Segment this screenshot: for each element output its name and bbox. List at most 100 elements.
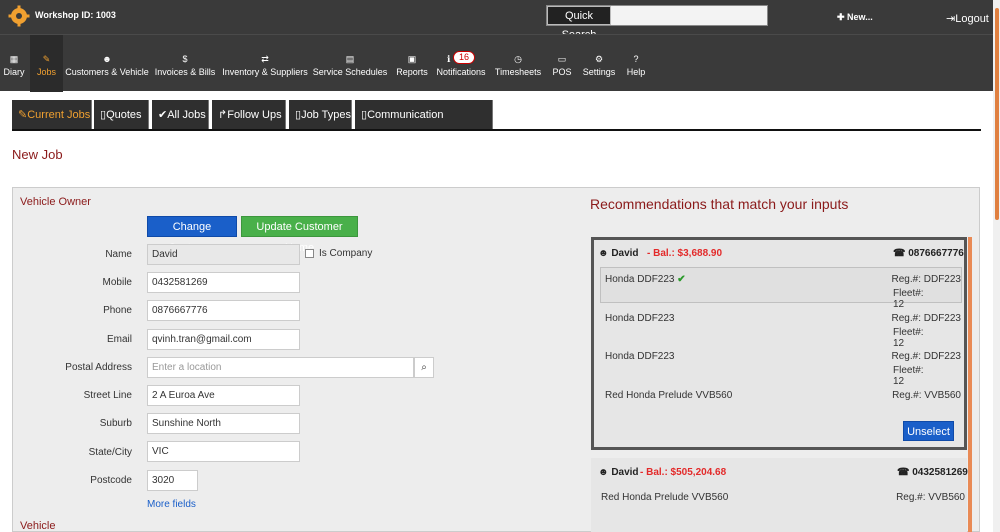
nav-inventory-label: Inventory & Suppliers xyxy=(222,67,308,77)
mobile-label: Mobile xyxy=(102,277,132,288)
recommendations-scroll-rail xyxy=(968,237,972,532)
is-company-checkbox[interactable] xyxy=(305,249,314,258)
vehicle-name: Honda DDF223 ✔ xyxy=(605,274,686,285)
tab-follow-ups[interactable]: ↱Follow Ups xyxy=(212,100,286,130)
vehicle-fleet: Fleet#: 12 xyxy=(893,288,924,310)
quick-search-box[interactable]: Quick Search xyxy=(546,5,768,41)
nav-help-label: Help xyxy=(626,67,646,77)
nav-invoices-bills[interactable]: $ Invoices & Bills xyxy=(153,35,217,92)
vehicle-name[interactable]: Honda DDF223 xyxy=(605,313,674,324)
vehicle-name[interactable]: Red Honda Prelude VVB560 xyxy=(601,492,728,503)
tab-communication-templates[interactable]: ▯Communication Templates xyxy=(355,100,493,151)
unselect-button[interactable]: Unselect xyxy=(903,421,954,441)
tab-underline xyxy=(12,129,981,131)
recommendations-title: Recommendations that match your inputs xyxy=(590,196,849,212)
phone-field[interactable]: 0876667776 xyxy=(147,300,300,321)
vehicle-reg: Reg.#: DDF223 xyxy=(891,351,961,362)
nav-reports-label: Reports xyxy=(396,67,428,77)
phone-label: Phone xyxy=(103,305,132,316)
tab-label: Job Types xyxy=(301,109,352,121)
vehicle-name[interactable]: Honda DDF223 xyxy=(605,351,674,362)
vehicle-reg: Reg.#: VVB560 xyxy=(892,390,961,401)
postcode-field[interactable]: 3020 xyxy=(147,470,198,491)
customer-name-text: David xyxy=(611,248,639,259)
main-nav: ▦ Diary ✎ Jobs ☻ Customers & Vehicle $ Invoi… xyxy=(0,34,1000,92)
users-icon: ☻ xyxy=(102,54,112,64)
state-city-field[interactable]: VIC xyxy=(147,441,300,462)
nav-service-schedules[interactable]: ▤ Service Schedules xyxy=(312,35,388,92)
update-customer-name-button[interactable]: Update Customer Name xyxy=(241,216,358,254)
tab-job-types[interactable]: ▯Job Types xyxy=(289,100,352,130)
customer-balance: - Bal.: $505,204.68 xyxy=(640,467,727,478)
suburb-label: Suburb xyxy=(99,418,132,429)
clock-icon: ◷ xyxy=(514,54,522,64)
postcode-label: Postcode xyxy=(90,475,132,486)
email-field[interactable]: qvinh.tran@gmail.com xyxy=(147,329,300,350)
dollar-icon: $ xyxy=(182,54,188,64)
nav-help[interactable]: ? Help xyxy=(622,35,650,92)
is-company-label: Is Company xyxy=(319,248,373,259)
state-city-label: State/City xyxy=(88,447,132,458)
page-title: New Job xyxy=(12,147,63,162)
page-scrollbar-thumb[interactable] xyxy=(995,8,999,220)
nav-service-label: Service Schedules xyxy=(312,67,388,77)
customer-phone: ☎ 0876667776 xyxy=(893,248,964,259)
check-icon: ✔ xyxy=(677,274,686,285)
tab-current-jobs[interactable]: ✎Current Jobs xyxy=(12,100,92,130)
more-fields-link[interactable]: More fields xyxy=(147,499,196,510)
search-icon[interactable]: ⌕ xyxy=(414,357,434,378)
nav-pos-label: POS xyxy=(552,67,572,77)
nav-diary[interactable]: ▦ Diary xyxy=(0,35,28,92)
wrench-icon: ✎ xyxy=(18,109,28,121)
vehicle-name-text: Honda DDF223 xyxy=(605,274,675,285)
tab-all-jobs[interactable]: ✔All Jobs xyxy=(152,100,209,130)
nav-pos[interactable]: ▭ POS xyxy=(548,35,576,92)
customer-phone-text: 0432581269 xyxy=(912,467,968,478)
postal-address-label: Postal Address xyxy=(65,362,132,373)
logo-gear-icon[interactable] xyxy=(8,5,30,27)
name-field[interactable]: David xyxy=(147,244,300,265)
nav-reports[interactable]: ▣ Reports xyxy=(393,35,431,92)
top-bar: Workshop ID: 1003 Quick Search ✚ New... … xyxy=(0,0,1000,41)
customer-balance: - Bal.: $3,688.90 xyxy=(647,248,723,259)
tab-label: All Jobs xyxy=(167,109,206,121)
nav-inventory-suppliers[interactable]: ⇄ Inventory & Suppliers xyxy=(221,35,309,92)
suburb-field[interactable]: Sunshine North xyxy=(147,413,300,434)
street-line-field[interactable]: 2 A Euroa Ave xyxy=(147,385,300,406)
info-icon: ℹ 16 xyxy=(434,51,488,65)
name-label: Name xyxy=(105,249,132,260)
gear-icon: ⚙ xyxy=(594,54,604,64)
vehicle-heading: Vehicle xyxy=(20,520,56,532)
vehicle-owner-heading: Vehicle Owner xyxy=(20,196,91,208)
logout-button[interactable]: ⇥Logout xyxy=(946,12,989,25)
vehicle-fleet: Fleet#: 12 xyxy=(893,365,924,387)
mobile-field[interactable]: 0432581269 xyxy=(147,272,300,293)
quick-search-button[interactable]: Quick Search xyxy=(547,6,611,41)
tab-label: Current Jobs xyxy=(27,109,91,121)
workshop-id: Workshop ID: 1003 xyxy=(35,10,116,20)
customer-phone-text: 0876667776 xyxy=(908,248,964,259)
pos-icon: ▭ xyxy=(557,54,567,64)
vehicle-name[interactable]: Red Honda Prelude VVB560 xyxy=(605,390,732,401)
tab-label: Quotes xyxy=(106,109,142,121)
picture-icon: ▣ xyxy=(407,54,417,64)
customer-phone: ☎ 0432581269 xyxy=(897,467,968,478)
change-customer-button[interactable]: Change Customer xyxy=(147,216,237,254)
postal-address-input[interactable]: Enter a location xyxy=(147,357,414,378)
nav-jobs-label: Jobs xyxy=(36,67,56,77)
new-button[interactable]: ✚ New... xyxy=(837,12,873,23)
nav-jobs[interactable]: ✎ Jobs xyxy=(30,35,63,92)
nav-settings[interactable]: ⚙ Settings xyxy=(580,35,618,92)
customer-name: ☻ David xyxy=(598,467,639,478)
nav-diary-label: Diary xyxy=(3,67,25,77)
info-glyph: ℹ xyxy=(447,54,451,64)
tab-quotes[interactable]: ▯Quotes xyxy=(94,100,149,130)
check-icon: ✔ xyxy=(158,109,168,121)
nav-notifications[interactable]: ℹ 16 Notifications xyxy=(434,35,488,92)
user-icon: ☻ xyxy=(598,467,609,478)
nav-timesheets[interactable]: ◷ Timesheets xyxy=(493,35,543,92)
nav-timesheets-label: Timesheets xyxy=(494,67,542,77)
nav-notifications-label: Notifications xyxy=(436,67,486,77)
question-icon: ? xyxy=(633,54,639,64)
nav-customers-vehicle[interactable]: ☻ Customers & Vehicle xyxy=(64,35,150,92)
